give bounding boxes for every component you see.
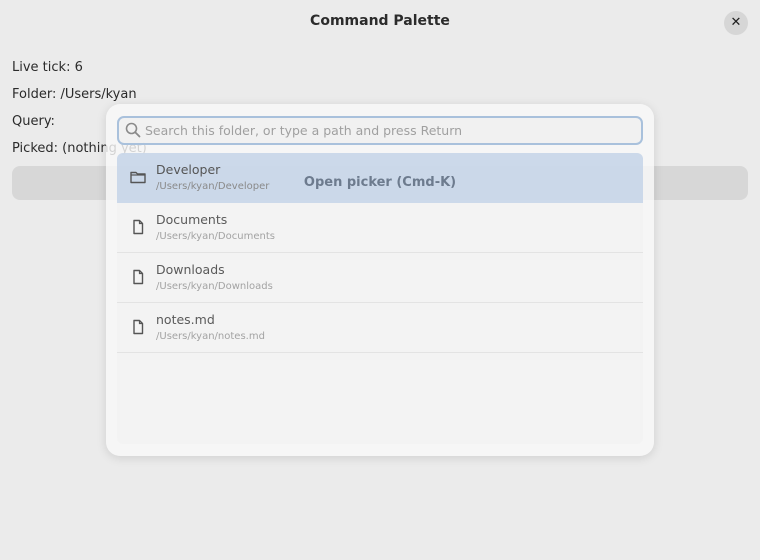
search-icon — [125, 122, 141, 138]
list-item-notes-md[interactable]: notes.md /Users/kyan/notes.md — [117, 303, 643, 353]
window-title: Command Palette — [310, 13, 450, 29]
file-icon — [133, 219, 144, 235]
command-palette-window: Command Palette ✕ Live tick: 6 Folder: /… — [0, 0, 760, 560]
list-item-path: /Users/kyan/Downloads — [156, 281, 273, 292]
search-input[interactable] — [145, 120, 635, 141]
list-item-path: /Users/kyan/Documents — [156, 231, 275, 242]
list-item-documents[interactable]: Documents /Users/kyan/Documents — [117, 203, 643, 253]
list-item-name: notes.md — [156, 312, 215, 327]
folder-icon — [130, 171, 146, 184]
folder-label: Folder: /Users/kyan — [12, 87, 137, 102]
live-tick-label: Live tick: 6 — [12, 60, 83, 75]
list-item-name: Documents — [156, 212, 228, 227]
title-bar: Command Palette ✕ — [0, 0, 760, 44]
file-icon — [133, 319, 144, 335]
list-item-path: /Users/kyan/notes.md — [156, 331, 265, 342]
list-item-developer[interactable]: Developer /Users/kyan/Developer — [117, 153, 643, 203]
file-icon — [133, 269, 144, 285]
results-list: Developer /Users/kyan/Developer Document… — [117, 153, 643, 444]
close-button[interactable]: ✕ — [724, 11, 748, 35]
search-field[interactable] — [117, 116, 643, 145]
query-label: Query: — [12, 114, 55, 129]
list-item-path: /Users/kyan/Developer — [156, 181, 270, 192]
list-item-downloads[interactable]: Downloads /Users/kyan/Downloads — [117, 253, 643, 303]
list-item-name: Downloads — [156, 262, 225, 277]
list-item-name: Developer — [156, 162, 221, 177]
